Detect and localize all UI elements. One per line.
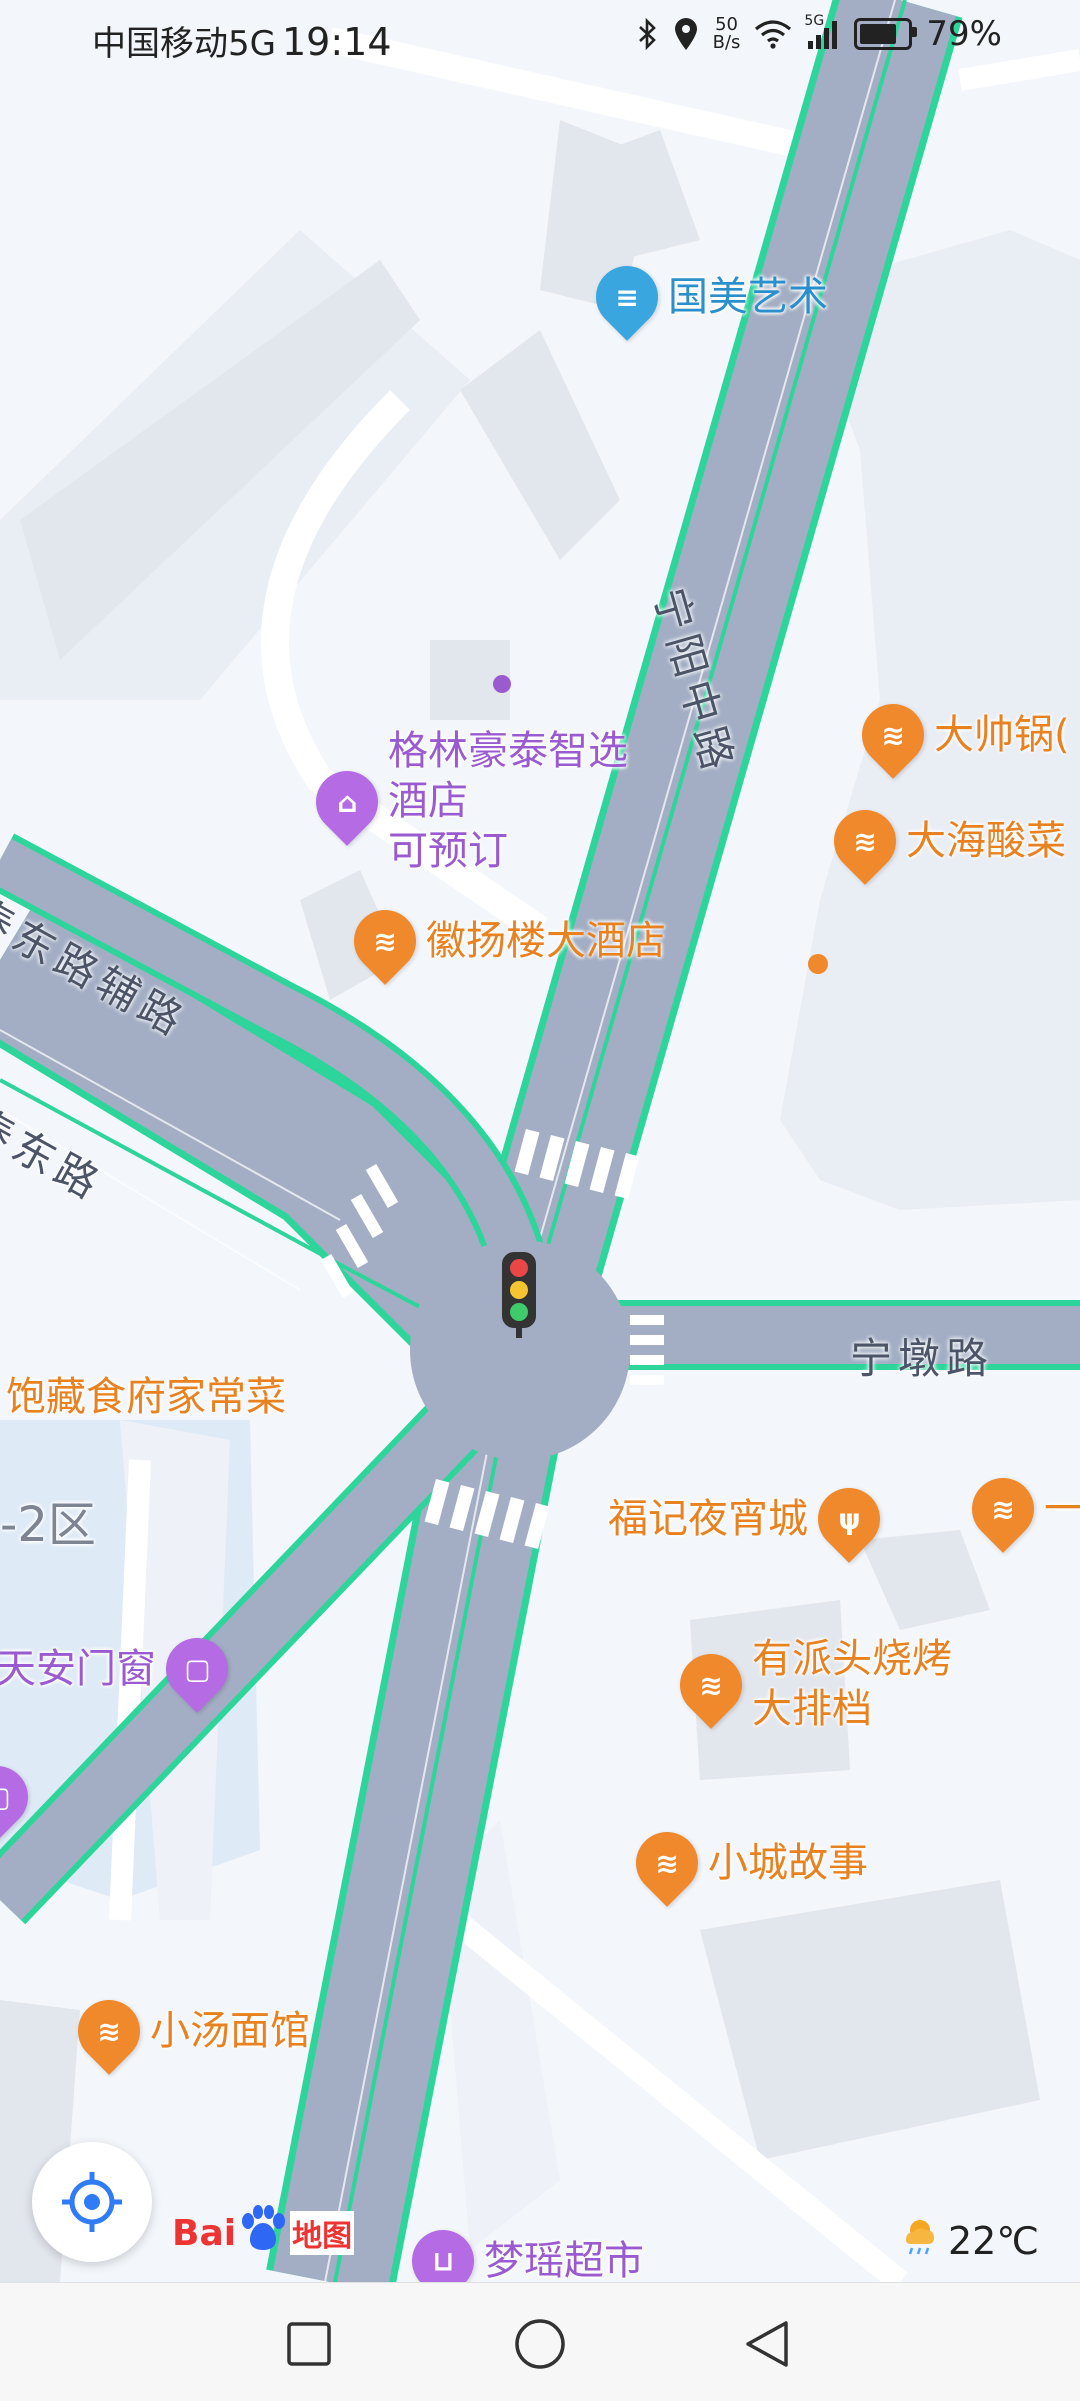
bluetooth-icon: [637, 18, 659, 50]
net-speed-unit: B/s: [712, 32, 741, 53]
art-pin-icon: ≡: [583, 253, 671, 341]
restaurant-pin-icon: ≋: [959, 1465, 1047, 1553]
poi-xiaocheng[interactable]: ≋ 小城故事: [623, 1819, 868, 1907]
area-label: -2区: [0, 1500, 96, 1550]
battery-percent: 79%: [926, 14, 1002, 54]
restaurant-pin-icon: ≋: [623, 1819, 711, 1907]
restaurant-pin-icon: ≋: [821, 797, 909, 885]
map-view[interactable]: 宁阳中路 泰东路辅路 泰东路 宁墩路 ≡ 国美艺术 ⌂ 格林豪泰智选 酒店 可预…: [0, 0, 1080, 2282]
poi-youpaitou[interactable]: ≋ 有派头烧烤 大排档: [667, 1634, 952, 1734]
square-icon: [287, 2322, 331, 2366]
carrier-label: 中国移动5G: [92, 24, 276, 64]
poi-greentree-hotel[interactable]: ⌂ 格林豪泰智选 酒店 可预订: [303, 726, 628, 876]
poi-dahai[interactable]: ≋ 大海酸菜: [821, 797, 1066, 885]
battery-fill: [860, 24, 897, 44]
locate-icon: [62, 2172, 122, 2232]
signal-5g-label: 5G: [804, 13, 825, 29]
poi-huiyanglou[interactable]: ≋ 徽扬楼大酒店: [341, 897, 666, 985]
restaurant-pin-icon: ≋: [667, 1641, 755, 1729]
circle-icon: [515, 2319, 565, 2369]
poi-label: 有派头烧烤 大排档: [752, 1636, 952, 1732]
net-speed: 50 B/s: [713, 16, 741, 52]
hotel-pin-icon: ⌂: [303, 758, 391, 846]
baidu-map-logo: Bai 地图: [172, 2205, 355, 2261]
locate-button[interactable]: [32, 2142, 152, 2262]
poi-label: 大帅锅(: [934, 712, 1070, 758]
poi-label: 格林豪泰智选 酒店 可预订: [388, 728, 628, 874]
shop-pin-icon: ▢: [153, 1625, 241, 1713]
logo-text-map: 地图: [290, 2211, 355, 2255]
poi-baocang[interactable]: 饱藏食府家常菜: [0, 1372, 286, 1422]
poi-partial-purple[interactable]: ▢: [0, 1753, 41, 1841]
poi-yi[interactable]: ≋ 一: [959, 1465, 1080, 1553]
signal-icon: 5G: [804, 13, 840, 49]
poi-tiananmen-window[interactable]: ▢ 天安门窗: [0, 1625, 241, 1713]
triangle-back-icon: [746, 2321, 788, 2367]
status-left: 中国移动5G 19:14: [92, 16, 392, 65]
temperature: 22℃: [948, 2218, 1040, 2263]
poi-label: 徽扬楼大酒店: [426, 918, 666, 964]
traffic-light-icon[interactable]: [502, 1252, 536, 1338]
poi-label: 天安门窗: [0, 1646, 156, 1692]
road-name-ningdun: 宁墩路: [850, 1334, 995, 1383]
restaurant-pin-icon: ≋: [341, 897, 429, 985]
restaurant-pin-icon: ≋: [65, 1987, 153, 2075]
paw-icon: [238, 2205, 288, 2261]
map-canvas[interactable]: [0, 0, 1080, 2282]
poi-label: 饱藏食府家常菜: [6, 1374, 286, 1420]
wifi-icon: [754, 19, 792, 49]
status-bar: 中国移动5G 19:14 50 B/s 5G 79%: [0, 0, 1080, 80]
recent-apps-button[interactable]: [282, 2317, 336, 2371]
home-button[interactable]: [513, 2317, 567, 2371]
restaurant-pin-icon: ≋: [849, 691, 937, 779]
battery-icon: [854, 18, 918, 50]
location-icon: [673, 17, 699, 51]
system-nav-bar: [0, 2282, 1080, 2401]
poi-label: 一: [1044, 1486, 1080, 1532]
clock: 19:14: [281, 20, 392, 64]
poi-label: 大海酸菜: [906, 818, 1066, 864]
poi-fuji[interactable]: ψ 福记夜宵城: [608, 1475, 893, 1563]
area-name: -2区: [0, 1497, 96, 1553]
poi-xiaotang[interactable]: ≋ 小汤面馆: [65, 1987, 310, 2075]
weather-widget[interactable]: 22℃: [900, 2216, 1039, 2265]
back-button[interactable]: [740, 2317, 794, 2371]
logo-text-bai: Bai: [172, 2212, 237, 2254]
poi-guomei-art[interactable]: ≡ 国美艺术: [583, 253, 828, 341]
poi-label: 小汤面馆: [150, 2008, 310, 2054]
poi-label: 小城故事: [708, 1840, 868, 1886]
poi-dashuai[interactable]: ≋ 大帅锅(: [849, 691, 1070, 779]
restaurant-pin-icon: ψ: [805, 1475, 893, 1563]
poi-label: 国美艺术: [668, 274, 828, 320]
status-right: 50 B/s 5G 79%: [637, 13, 1002, 54]
rain-cloud-icon: [900, 2216, 940, 2265]
poi-mengyao[interactable]: ⊔ 梦瑶超市: [399, 2217, 644, 2282]
poi-label: 福记夜宵城: [608, 1496, 808, 1542]
poi-label: 梦瑶超市: [484, 2238, 644, 2282]
